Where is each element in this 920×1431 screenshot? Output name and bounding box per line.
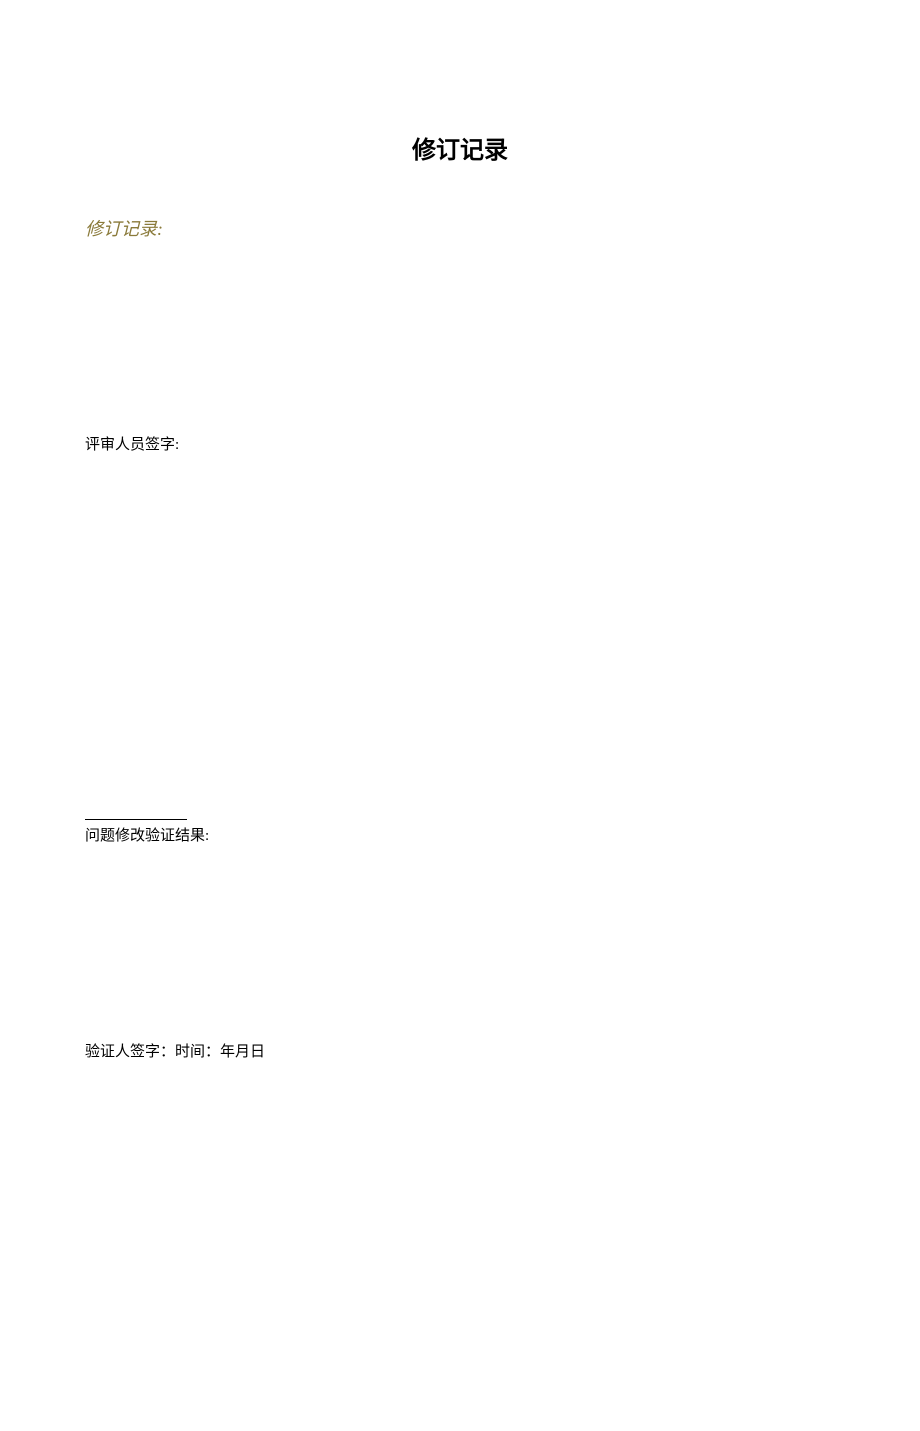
verifier-signature-label: 验证人签字：时间：年月日: [85, 1040, 920, 1061]
divider-line: [85, 819, 187, 820]
page-title: 修订记录: [0, 130, 920, 165]
revision-record-label: 修订记录:: [85, 215, 920, 241]
reviewer-signature-label: 评审人员签字:: [85, 433, 920, 454]
verification-result-label: 问题修改验证结果:: [85, 824, 920, 845]
